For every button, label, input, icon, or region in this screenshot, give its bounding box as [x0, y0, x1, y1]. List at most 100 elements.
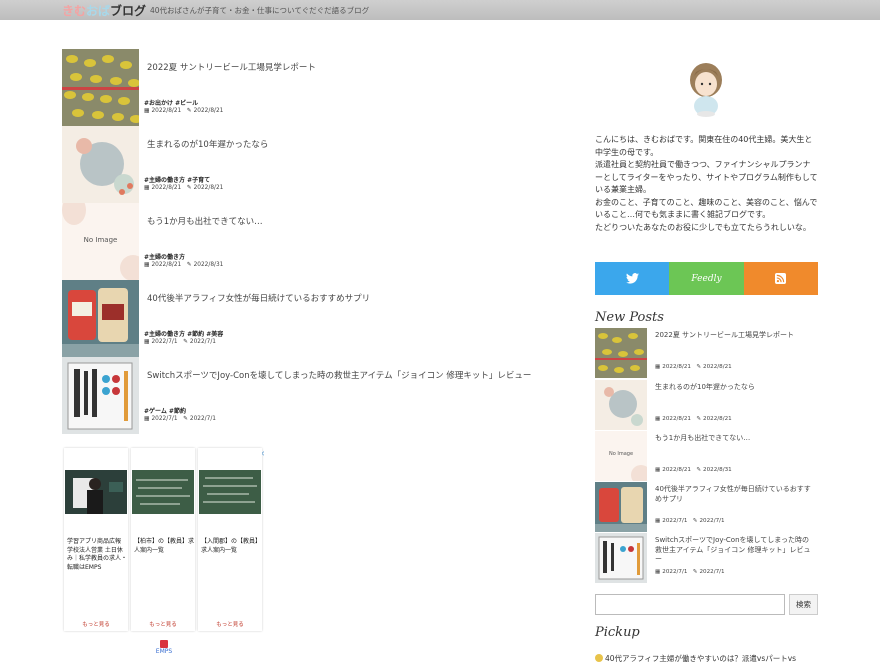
post-item[interactable]: 40代後半アラフィフ女性が毎日続けているおすすめサプリ #主婦の働き方 #節約 …: [62, 280, 532, 357]
ad-more-link[interactable]: もっと見る: [198, 620, 262, 628]
calendar-icon: ▦: [655, 518, 661, 524]
sidebar-post-item[interactable]: No Image もう1か月も出社できてない… ▦ 2022/8/21 ✎ 2022…: [595, 431, 818, 481]
sidebar-post-dates: ▦ 2022/8/21 ✎ 2022/8/31: [655, 467, 732, 473]
sidebar-post-item[interactable]: 2022夏 サントリービール工場見学レポート ▦ 2022/8/21 ✎ 2022/…: [595, 328, 818, 378]
post-title[interactable]: もう1か月も出社できてない…: [147, 215, 263, 227]
post-thumbnail[interactable]: [62, 49, 139, 126]
calendar-icon: ▦: [144, 339, 150, 345]
ad-card-text[interactable]: 学習アプリ商品広報 学校法人営業 土日休み｜私学教員の求人・転職はEMPS: [67, 538, 127, 572]
post-title[interactable]: 2022夏 サントリービール工場見学レポート: [147, 61, 316, 73]
post-title[interactable]: SwitchスポーツでJoy-Conを壊してしまった時の救世主アイテム「ジョイコ…: [147, 369, 531, 381]
post-updated-date: 2022/8/21: [193, 108, 224, 114]
twitter-button[interactable]: [595, 262, 670, 295]
post-tags[interactable]: #主婦の働き方 #節約 #美容: [144, 329, 223, 338]
sidebar-post-dates: ▦ 2022/7/1 ✎ 2022/7/1: [655, 518, 725, 524]
calendar-icon: ▦: [655, 416, 661, 422]
sidebar-post-title[interactable]: SwitchスポーツでJoy-Conを壊してしまった時の救世主アイテム「ジョイコ…: [655, 536, 815, 565]
pickup-bullet-icon: [595, 654, 603, 662]
ad-more-link[interactable]: もっと見る: [131, 620, 195, 628]
ad-card-text[interactable]: 【柏市】の【教員】求人案内一覧: [134, 538, 194, 555]
sidebar-post-item[interactable]: SwitchスポーツでJoy-Conを壊してしまった時の救世主アイテム「ジョイコ…: [595, 533, 818, 583]
sidebar-post-thumbnail[interactable]: [595, 380, 647, 430]
post-tags[interactable]: #主婦の働き方: [144, 252, 185, 261]
post-item[interactable]: No Image もう1か月も出社できてない… #主婦の働き方 ▦ 2022/8/…: [62, 203, 532, 280]
sidebar-post-published: 2022/7/1: [662, 569, 688, 575]
sidebar-post-item[interactable]: 40代後半アラフィフ女性が毎日続けているおすすめサプリ ▦ 2022/7/1 ✎ 2…: [595, 482, 818, 532]
sidebar-post-updated: 2022/8/21: [703, 364, 732, 370]
edit-icon: ✎: [692, 569, 698, 575]
post-published-date: 2022/7/1: [151, 339, 178, 345]
profile-intro: こんにちは、きむおばです。関東在住の40代主婦。美大生と中学生の母です。 派遣社…: [595, 135, 818, 232]
pickup-item-title[interactable]: 40代アラフィフ主婦が働きやすいのは？派遣vsパートvs: [605, 654, 796, 663]
calendar-icon: ▦: [144, 108, 150, 114]
sidebar-post-thumbnail[interactable]: [595, 533, 647, 583]
post-dates: ▦ 2022/8/21 ✎ 2022/8/21: [144, 185, 223, 191]
sidebar-post-title[interactable]: もう1か月も出社できてない…: [655, 434, 815, 444]
sidebar-post-updated: 2022/7/1: [699, 518, 725, 524]
sidebar-post-item[interactable]: 生まれるのが10年遅かったなら ▦ 2022/8/21 ✎ 2022/8/21: [595, 380, 818, 430]
post-item[interactable]: SwitchスポーツでJoy-Conを壊してしまった時の救世主アイテム「ジョイコ…: [62, 357, 532, 434]
sidebar-post-updated: 2022/8/31: [703, 467, 732, 473]
brand-mark-icon: [160, 640, 168, 648]
feedly-button[interactable]: Feedly: [669, 262, 744, 295]
rss-icon: [775, 273, 787, 284]
sidebar-post-published: 2022/8/21: [662, 416, 691, 422]
edit-icon: ✎: [183, 339, 188, 345]
post-thumbnail[interactable]: [62, 357, 139, 434]
search-input[interactable]: [595, 594, 785, 615]
ad-block[interactable]: ⓘ✕ 学習アプリ商品広報 学校法人営業 土日休み｜私学教員の求人・転職はEMPS…: [64, 448, 265, 632]
ad-card[interactable]: 【柏市】の【教員】求人案内一覧 もっと見る: [131, 448, 195, 631]
post-item[interactable]: 生まれるのが10年遅かったなら #主婦の働き方 #子育て ▦ 2022/8/21 …: [62, 126, 532, 203]
sidebar-post-published: 2022/8/21: [662, 364, 691, 370]
ad-more-link[interactable]: もっと見る: [64, 620, 128, 628]
sidebar-post-dates: ▦ 2022/7/1 ✎ 2022/7/1: [655, 569, 725, 575]
post-thumbnail[interactable]: [62, 280, 139, 357]
post-tags[interactable]: #主婦の働き方 #子育て: [144, 175, 210, 184]
ad-brand-name: EMPS: [155, 648, 173, 655]
logo-part-2: おば: [86, 4, 111, 18]
calendar-icon: ▦: [144, 185, 150, 191]
calendar-icon: ▦: [144, 262, 150, 268]
sidebar-post-thumbnail[interactable]: [595, 482, 647, 532]
edit-icon: ✎: [692, 518, 698, 524]
post-tags[interactable]: #お出かけ #ビール: [144, 98, 198, 107]
post-updated-date: 2022/7/1: [189, 416, 216, 422]
post-published-date: 2022/8/21: [151, 262, 182, 268]
post-published-date: 2022/7/1: [151, 416, 178, 422]
social-buttons: Feedly: [595, 262, 818, 295]
sidebar-post-dates: ▦ 2022/8/21 ✎ 2022/8/21: [655, 364, 732, 370]
pickup-heading: Pickup: [595, 625, 640, 640]
sidebar-post-title[interactable]: 生まれるのが10年遅かったなら: [655, 383, 815, 393]
sidebar-post-updated: 2022/7/1: [699, 569, 725, 575]
ad-card[interactable]: 【入間郡】の【教員】求人案内一覧 もっと見る: [198, 448, 262, 631]
post-updated-date: 2022/8/21: [193, 185, 224, 191]
site-logo[interactable]: きむおばブログ: [62, 2, 146, 19]
post-thumbnail[interactable]: No Image: [62, 203, 139, 280]
new-posts-heading: New Posts: [595, 310, 664, 325]
sidebar-post-published: 2022/7/1: [662, 518, 688, 524]
calendar-icon: ▦: [144, 416, 150, 422]
post-tags[interactable]: #ゲーム #節約: [144, 406, 186, 415]
calendar-icon: ▦: [655, 364, 661, 370]
post-title[interactable]: 40代後半アラフィフ女性が毎日続けているおすすめサプリ: [147, 292, 370, 304]
edit-icon: ✎: [186, 262, 192, 268]
ad-card[interactable]: 学習アプリ商品広報 学校法人営業 土日休み｜私学教員の求人・転職はEMPS もっ…: [64, 448, 128, 631]
post-updated-date: 2022/7/1: [189, 339, 216, 345]
sidebar-post-thumbnail[interactable]: No Image: [595, 431, 647, 481]
sidebar-post-title[interactable]: 2022夏 サントリービール工場見学レポート: [655, 331, 815, 341]
sidebar-post-thumbnail[interactable]: [595, 328, 647, 378]
post-item[interactable]: 2022夏 サントリービール工場見学レポート #お出かけ #ビール ▦ 2022/…: [62, 49, 532, 126]
ad-brand-logo[interactable]: EMPS: [152, 640, 176, 660]
sidebar-post-title[interactable]: 40代後半アラフィフ女性が毎日続けているおすすめサプリ: [655, 485, 815, 504]
calendar-icon: ▦: [655, 569, 661, 575]
post-dates: ▦ 2022/8/21 ✎ 2022/8/31: [144, 262, 223, 268]
pickup-item[interactable]: 40代アラフィフ主婦が働きやすいのは？派遣vsパートvs: [595, 653, 796, 664]
sidebar-post-dates: ▦ 2022/8/21 ✎ 2022/8/21: [655, 416, 732, 422]
search-button[interactable]: 検索: [789, 594, 818, 615]
ad-card-text[interactable]: 【入間郡】の【教員】求人案内一覧: [201, 538, 261, 555]
post-thumbnail[interactable]: [62, 126, 139, 203]
edit-icon: ✎: [696, 364, 702, 370]
post-title[interactable]: 生まれるのが10年遅かったなら: [147, 138, 268, 150]
rss-button[interactable]: [743, 262, 818, 295]
calendar-icon: ▦: [655, 467, 661, 473]
